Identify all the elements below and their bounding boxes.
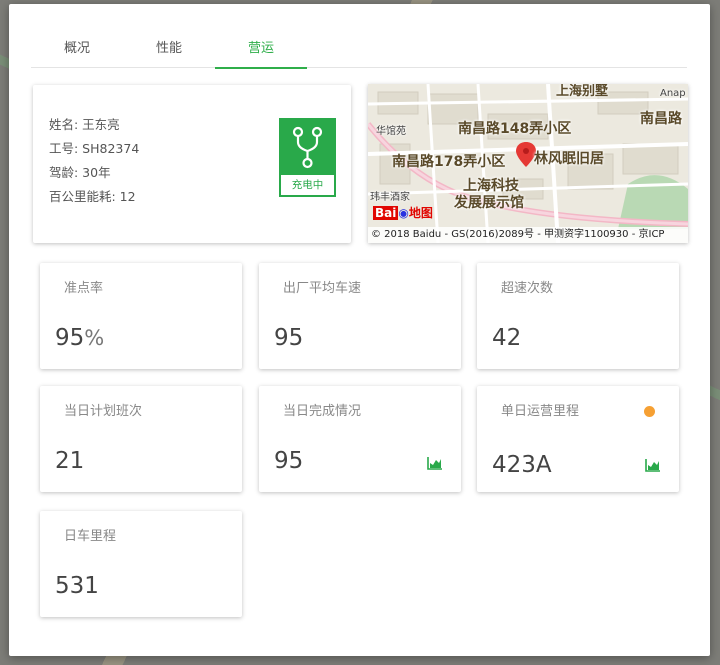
stat-card-punctuality: 准点率 95% — [40, 263, 242, 369]
stat-value: 95 — [274, 325, 304, 351]
charging-status-label: 充电中 — [291, 179, 324, 191]
driver-card: 姓名: 王东亮 工号: SH82374 驾龄: 30年 百公里能耗: 12 充电… — [33, 85, 351, 243]
map-label: Anap — [660, 88, 686, 99]
stat-value: 95 — [274, 448, 304, 474]
area-chart-icon[interactable] — [645, 458, 661, 472]
map-label: 南昌路178弄小区 — [392, 154, 506, 170]
stat-title: 当日计划班次 — [64, 404, 143, 419]
stat-title: 出厂平均车速 — [283, 281, 362, 296]
driver-years: 驾龄: 30年 — [49, 165, 111, 180]
map-copyright: © 2018 Baidu - GS(2016)2089号 - 甲测资字11009… — [368, 227, 688, 243]
stat-value: 21 — [55, 448, 85, 474]
baidu-map-logo: Bai ◉地图 — [373, 206, 433, 220]
tab-performance[interactable]: 性能 — [123, 34, 215, 68]
stat-value: 95% — [55, 325, 104, 351]
stat-unit: % — [84, 326, 105, 350]
stat-title: 超速次数 — [501, 281, 554, 296]
driver-info: 姓名: 王东亮 工号: SH82374 驾龄: 30年 百公里能耗: 12 — [49, 113, 139, 209]
map-label: 上海别墅 — [556, 84, 609, 99]
stat-card-vehicle-mileage: 日车里程 531 — [40, 511, 242, 617]
driver-name: 姓名: 王东亮 — [49, 117, 120, 132]
stat-value: 42 — [492, 325, 522, 351]
stat-card-daily-completion: 当日完成情况 95 — [259, 386, 461, 492]
map-label: 南昌路 — [640, 111, 682, 127]
tab-bar: 概况 性能 营运 — [31, 34, 687, 69]
stat-card-avg-speed: 出厂平均车速 95 — [259, 263, 461, 369]
map-label: 南昌路148弄小区 — [458, 121, 572, 137]
tab-operation[interactable]: 营运 — [215, 34, 307, 69]
location-map[interactable]: 上海别墅 南昌路148弄小区 南昌路 南昌路178弄小区 林风眠旧居 上海科技 … — [368, 84, 688, 243]
tab-overview[interactable]: 概况 — [31, 34, 123, 68]
driver-id: 工号: SH82374 — [49, 141, 140, 156]
area-chart-icon[interactable] — [427, 456, 443, 470]
vehicle-detail-dialog: 概况 性能 营运 姓名: 王东亮 工号: SH82374 驾龄: 30年 百公里… — [9, 4, 710, 656]
map-label: 玮丰酒家 — [370, 192, 410, 203]
stat-card-speeding-count: 超速次数 42 — [477, 263, 679, 369]
map-label: 林风眠旧居 — [534, 151, 604, 167]
map-label: 发展展示馆 — [454, 195, 524, 211]
branch-icon — [281, 120, 334, 175]
status-dot — [644, 406, 655, 417]
stat-card-planned-trips: 当日计划班次 21 — [40, 386, 242, 492]
driver-energy: 百公里能耗: 12 — [49, 189, 136, 204]
stat-title: 日车里程 — [64, 529, 117, 544]
map-label: 华馆苑 — [376, 126, 406, 137]
stat-value: 531 — [55, 573, 99, 599]
stat-card-daily-mileage: 单日运营里程 423A — [477, 386, 679, 492]
stat-title: 单日运营里程 — [501, 404, 580, 419]
stat-value: 423A — [492, 452, 552, 478]
charging-status-badge: 充电中 — [279, 118, 336, 197]
stat-number: 95 — [55, 325, 85, 351]
stat-title: 准点率 — [64, 281, 104, 296]
stat-title: 当日完成情况 — [283, 404, 362, 419]
